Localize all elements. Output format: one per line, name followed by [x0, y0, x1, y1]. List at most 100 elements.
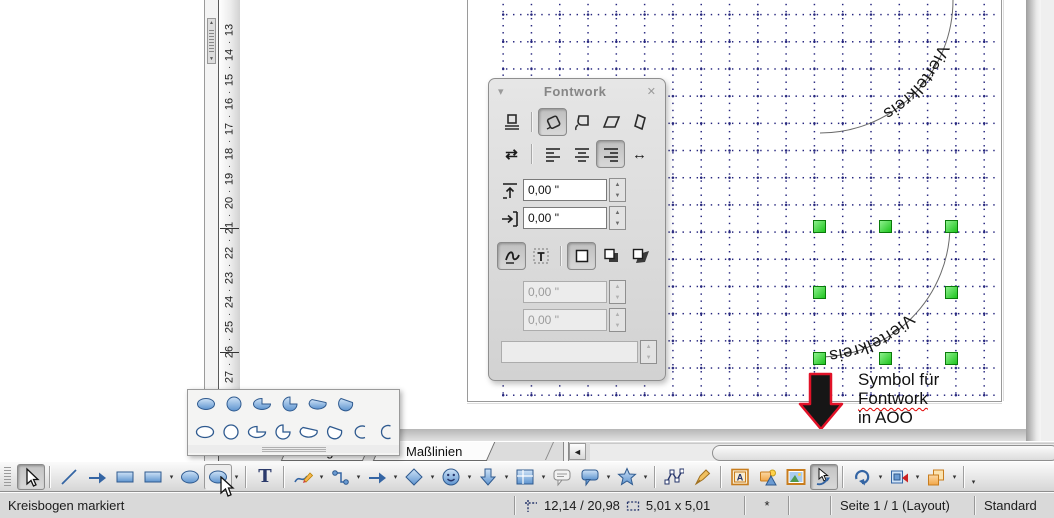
- page-indicator[interactable]: Seite 1 / 1 (Layout): [832, 493, 974, 518]
- connector-tool-button[interactable]: [326, 464, 354, 490]
- spin-down-icon[interactable]: ▼: [610, 190, 625, 201]
- arrange-button[interactable]: [922, 464, 950, 490]
- horizontal-scrollbar-thumb[interactable]: [712, 445, 1054, 461]
- selection-handle-bottom-right[interactable]: [945, 352, 958, 365]
- lines-arrows-tool-button[interactable]: [363, 464, 391, 490]
- toolbar-overflow-arrow[interactable]: ▾: [969, 470, 978, 494]
- annotation-text[interactable]: Symbol für Fontwork in AOO: [858, 370, 939, 427]
- distance-spinner[interactable]: ▲▼: [609, 178, 626, 202]
- selection-handle-bottom-center[interactable]: [879, 352, 892, 365]
- circle-arc-tool[interactable]: [376, 422, 398, 442]
- circle-pie-filled-tool[interactable]: [278, 394, 302, 414]
- fontwork-align-right-button[interactable]: [596, 140, 625, 168]
- circle-pie-outline-tool[interactable]: [272, 422, 294, 442]
- ellipse-flyout-palette[interactable]: [187, 389, 400, 456]
- fontwork-off-button[interactable]: [497, 108, 526, 136]
- ellipse-filled-tool[interactable]: [194, 394, 218, 414]
- select-tool-button[interactable]: [17, 464, 45, 490]
- horizontal-scrollbar-track[interactable]: [590, 443, 1054, 461]
- fontwork-contour-button[interactable]: [497, 242, 526, 270]
- fontwork-slant-shadow-button[interactable]: [625, 242, 654, 270]
- spin-down-icon[interactable]: ▼: [610, 218, 625, 229]
- edit-points-button[interactable]: [660, 464, 688, 490]
- fontwork-align-center-button[interactable]: [567, 140, 596, 168]
- symbol-shapes-tool-button[interactable]: [437, 464, 465, 490]
- ellipse-outline-tool[interactable]: [194, 422, 216, 442]
- alignment-button[interactable]: [885, 464, 913, 490]
- fontwork-slant-horizontal-button[interactable]: [596, 108, 625, 136]
- indent-input[interactable]: 0,00 ": [523, 207, 607, 229]
- ellipse-segment-filled-tool[interactable]: [306, 394, 330, 414]
- line-tool-button[interactable]: [55, 464, 83, 490]
- ellipse-arc-tool[interactable]: [350, 422, 372, 442]
- effects-button[interactable]: [810, 464, 838, 490]
- fontwork-no-shadow-button[interactable]: [567, 242, 596, 270]
- lines-arrows-dropdown-arrow[interactable]: ▾: [391, 465, 400, 489]
- fontwork-autosize-button[interactable]: ↔: [625, 140, 654, 168]
- fontwork-text-selected[interactable]: Viertelkreis: [828, 310, 918, 365]
- ellipse-tool-button[interactable]: [176, 464, 204, 490]
- fontwork-gallery-button[interactable]: A: [726, 464, 754, 490]
- block-arrows-tool-button[interactable]: [474, 464, 502, 490]
- callout-tool-button[interactable]: [548, 464, 576, 490]
- spin-up-icon[interactable]: ▲: [610, 207, 625, 218]
- rotate-dropdown-arrow[interactable]: ▾: [876, 465, 885, 489]
- status-position-size[interactable]: 12,14 / 20,98 5,01 x 5,01: [516, 493, 744, 518]
- close-icon[interactable]: ✕: [647, 85, 656, 98]
- selection-handle-mid-right[interactable]: [945, 286, 958, 299]
- selection-handle-bottom-left[interactable]: [813, 352, 826, 365]
- selection-handle-top-left[interactable]: [813, 220, 826, 233]
- ellipse-segment-outline-tool[interactable]: [298, 422, 320, 442]
- callouts-flyout-button[interactable]: [576, 464, 604, 490]
- fontwork-titlebar[interactable]: ▾ Fontwork ✕: [489, 79, 665, 104]
- scroll-left-button[interactable]: ◄: [569, 443, 586, 460]
- flowchart-dropdown-arrow[interactable]: ▾: [539, 465, 548, 489]
- distance-input[interactable]: 0,00 ": [523, 179, 607, 201]
- ellipse-pie-outline-tool[interactable]: [246, 422, 268, 442]
- spin-up-icon[interactable]: ▲: [610, 179, 625, 190]
- ellipse-pie-filled-tool[interactable]: [250, 394, 274, 414]
- page-style-indicator[interactable]: Standard: [976, 493, 1054, 518]
- rectangle-flyout-button[interactable]: [139, 464, 167, 490]
- stars-dropdown-arrow[interactable]: ▾: [641, 465, 650, 489]
- fontwork-upright-button[interactable]: [567, 108, 596, 136]
- fontwork-orientation-button[interactable]: ⇄: [497, 140, 526, 168]
- circle-segment-filled-tool[interactable]: [334, 394, 358, 414]
- fontwork-text-top[interactable]: Viertelkreis: [880, 42, 953, 123]
- curve-dropdown-arrow[interactable]: ▾: [317, 465, 326, 489]
- rotate-button[interactable]: [848, 464, 876, 490]
- circle-filled-tool[interactable]: [222, 394, 246, 414]
- rectangle-tool-button[interactable]: [111, 464, 139, 490]
- block-arrows-dropdown-arrow[interactable]: ▾: [502, 465, 511, 489]
- rectangle-dropdown-arrow[interactable]: ▾: [167, 465, 176, 489]
- text-tool-button[interactable]: T: [251, 464, 279, 490]
- gallery-button[interactable]: [782, 464, 810, 490]
- toolbar-grip[interactable]: [2, 467, 13, 487]
- basic-shapes-tool-button[interactable]: [400, 464, 428, 490]
- collapse-icon[interactable]: ▾: [498, 85, 504, 98]
- fontwork-slant-vertical-button[interactable]: [625, 108, 654, 136]
- fontwork-dialog[interactable]: ▾ Fontwork ✕: [488, 78, 666, 381]
- alignment-dropdown-arrow[interactable]: ▾: [913, 465, 922, 489]
- selection-handle-top-center[interactable]: [879, 220, 892, 233]
- glue-points-button[interactable]: [688, 464, 716, 490]
- down-arrow-shape[interactable]: [800, 374, 842, 429]
- circle-outline-tool[interactable]: [220, 422, 242, 442]
- circle-segment-outline-tool[interactable]: [324, 422, 346, 442]
- stars-tool-button[interactable]: [613, 464, 641, 490]
- connector-dropdown-arrow[interactable]: ▾: [354, 465, 363, 489]
- fontwork-text-contour-button[interactable]: [526, 242, 555, 270]
- fontwork-vertical-shadow-button[interactable]: [596, 242, 625, 270]
- insert-from-file-button[interactable]: [754, 464, 782, 490]
- indent-spinner[interactable]: ▲▼: [609, 206, 626, 230]
- flyout-drag-handle[interactable]: [188, 445, 399, 453]
- mini-scrollbar[interactable]: ▲ ▼: [207, 18, 216, 64]
- callouts-dropdown-arrow[interactable]: ▾: [604, 465, 613, 489]
- arrange-dropdown-arrow[interactable]: ▾: [950, 465, 959, 489]
- curve-tool-button[interactable]: [289, 464, 317, 490]
- basic-shapes-dropdown-arrow[interactable]: ▾: [428, 465, 437, 489]
- selection-handle-top-right[interactable]: [945, 220, 958, 233]
- fontwork-align-left-button[interactable]: [538, 140, 567, 168]
- selection-handle-mid-left[interactable]: [813, 286, 826, 299]
- fontwork-rotate-button[interactable]: [538, 108, 567, 136]
